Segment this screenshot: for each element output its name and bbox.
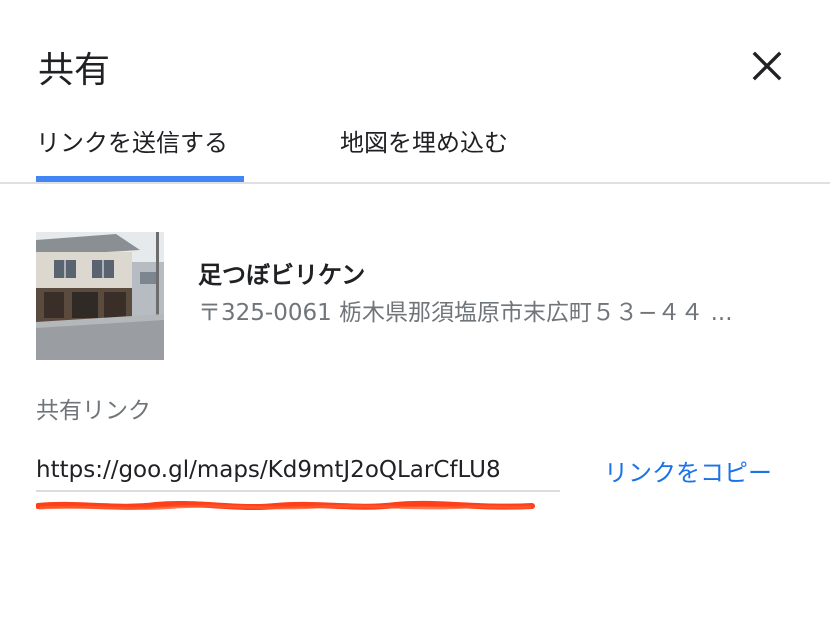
close-icon [752,51,782,81]
tab-bar: リンクを送信する 地図を埋め込む [0,120,830,184]
place-address: 〒325-0061 栃木県那須塩原市末広町５３−４４ ... [198,300,733,326]
copy-link-button[interactable]: リンクをコピー [604,456,772,490]
red-underline-annotation [36,500,535,511]
share-dialog: 共有 リンクを送信する 地図を埋め込む 足つぼビリケン 〒325-0061 栃木… [0,0,830,620]
tab-embed-map[interactable]: 地図を埋め込む [340,120,530,182]
dialog-title: 共有 [38,50,111,91]
share-link-label: 共有リンク [36,398,151,424]
place-name: 足つぼビリケン [198,261,366,289]
place-thumbnail [36,232,164,360]
close-button[interactable] [744,45,788,89]
tabs-divider [0,182,830,184]
tab-send-link[interactable]: リンクを送信する [36,120,244,182]
street-view-image [36,232,164,360]
share-link-field[interactable] [36,450,560,492]
